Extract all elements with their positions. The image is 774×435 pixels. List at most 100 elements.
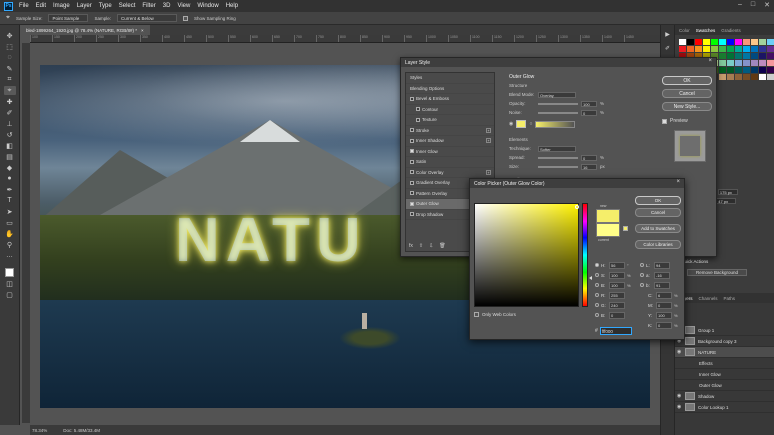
swatch[interactable] [751,74,758,80]
swatch[interactable] [743,46,750,52]
technique-select[interactable]: Softer [538,145,576,152]
color-libraries-button[interactable]: Color Libraries [635,240,681,249]
spread-field[interactable]: 0 [581,154,597,161]
menu-file[interactable]: File [19,3,29,9]
size-slider[interactable] [538,165,578,168]
noise-field[interactable]: 0 [581,109,597,116]
doc-info[interactable]: Doc: 5.48M/33.4M [63,428,100,433]
radio-gradient-icon[interactable]: ○ [529,121,532,127]
swatch[interactable] [727,67,734,73]
y-field[interactable]: 47 px [716,197,737,204]
menu-select[interactable]: Select [119,3,136,9]
swatch[interactable] [703,46,710,52]
style-checkbox[interactable] [410,180,414,185]
swatch[interactable] [759,74,766,80]
radio-solid-icon[interactable]: ◉ [509,121,513,127]
blur-tool-icon[interactable]: ◆ [4,163,16,172]
style-checkbox[interactable] [410,96,414,101]
new-style-button[interactable]: New Style... [662,102,712,111]
swatch[interactable] [743,60,750,66]
layer-style-close-icon[interactable]: × [708,58,712,64]
remove-background-button[interactable]: Remove Background [687,269,747,276]
channel-radio[interactable] [640,283,644,287]
style-checkbox[interactable] [410,128,414,133]
menu-layer[interactable]: Layer [77,3,92,9]
picker-cancel-button[interactable]: Cancel [635,208,681,217]
layer-style-ok-button[interactable]: OK [662,76,712,85]
color-picker-close-icon[interactable]: × [676,179,680,185]
field-value-input[interactable]: -16 [654,271,670,279]
channel-radio[interactable] [595,303,599,307]
nature-text-layer[interactable]: NATU [175,205,367,276]
swatch[interactable] [727,74,734,80]
swatch[interactable] [767,46,774,52]
swatch[interactable] [767,53,774,59]
hue-slider[interactable] [582,203,588,307]
minimize-icon[interactable]: – [738,1,742,9]
color-field-cursor[interactable] [575,205,579,209]
foreground-color-swatch[interactable] [5,268,14,277]
field-value-input[interactable]: 91 [654,281,670,289]
tab-gradients[interactable]: Gradients [721,28,741,33]
glow-color-swatch[interactable] [516,120,527,128]
field-value-input[interactable]: 0 [656,321,672,329]
pen-tool-icon[interactable]: ✒ [4,185,16,194]
style-checkbox[interactable] [410,149,414,154]
sample-select[interactable]: Current & Below [116,14,177,22]
lasso-tool-icon[interactable]: ◌ [4,53,16,62]
spread-slider[interactable] [538,156,578,159]
dodge-tool-icon[interactable]: ● [4,174,16,183]
tab-color[interactable]: Color [679,28,690,33]
noise-slider[interactable] [538,111,578,114]
swatch[interactable] [735,67,742,73]
swatch[interactable] [735,53,742,59]
field-value-input[interactable]: 100 [656,311,672,319]
eye-icon[interactable]: ◉ [677,393,682,399]
move-tool-icon[interactable]: ✥ [4,31,16,40]
layer-row[interactable]: Outer Glow [675,380,774,391]
swatch[interactable] [727,53,734,59]
gradient-tool-icon[interactable]: ▤ [4,152,16,161]
arrow-up-icon[interactable]: ⇧ [419,243,423,249]
swatch[interactable] [759,46,766,52]
type-tool-icon[interactable]: T [4,196,16,205]
field-value-input[interactable]: 255 [609,291,625,299]
close-tab-icon[interactable]: × [141,28,144,33]
swatch[interactable] [727,60,734,66]
quick-select-tool-icon[interactable]: ✎ [4,64,16,73]
swatch[interactable] [687,39,694,45]
swatch[interactable] [735,39,742,45]
gamut-warning-icon[interactable] [623,226,628,231]
style-item[interactable]: Color Overlay + [406,168,494,178]
hand-tool-icon[interactable]: ✋ [4,229,16,238]
layer-row[interactable]: ◉Group 1 [675,325,774,336]
style-item[interactable]: Inner Shadow + [406,136,494,147]
field-value-input[interactable]: 0 [609,311,625,319]
swatch[interactable] [679,46,686,52]
swatch[interactable] [719,74,726,80]
menu-image[interactable]: Image [53,3,70,9]
channel-radio[interactable] [595,273,599,277]
current-color-preview[interactable] [596,223,620,237]
channel-radio[interactable] [595,293,599,297]
swatch[interactable] [751,60,758,66]
swatch[interactable] [767,39,774,45]
style-item[interactable]: Contour [406,105,494,115]
style-item[interactable]: Texture [406,115,494,126]
screen-mode-icon[interactable]: ▢ [4,290,16,299]
eyedropper-icon[interactable]: ⌖ [3,86,16,95]
field-value-input[interactable]: 100 [609,271,625,279]
swatch[interactable] [719,46,726,52]
swatch[interactable] [751,46,758,52]
style-checkbox[interactable] [416,117,420,122]
eraser-tool-icon[interactable]: ◧ [4,141,16,150]
eye-icon[interactable]: ◉ [677,404,682,410]
layer-row[interactable]: ◉ NATURE [675,347,774,358]
add-effect-icon[interactable]: + [486,127,491,133]
channel-radio[interactable] [640,273,644,277]
show-ring-checkbox[interactable] [182,15,188,21]
menu-window[interactable]: Window [197,3,218,9]
channel-radio[interactable] [595,283,599,287]
swatch[interactable] [719,39,726,45]
channel-radio[interactable] [595,313,599,317]
